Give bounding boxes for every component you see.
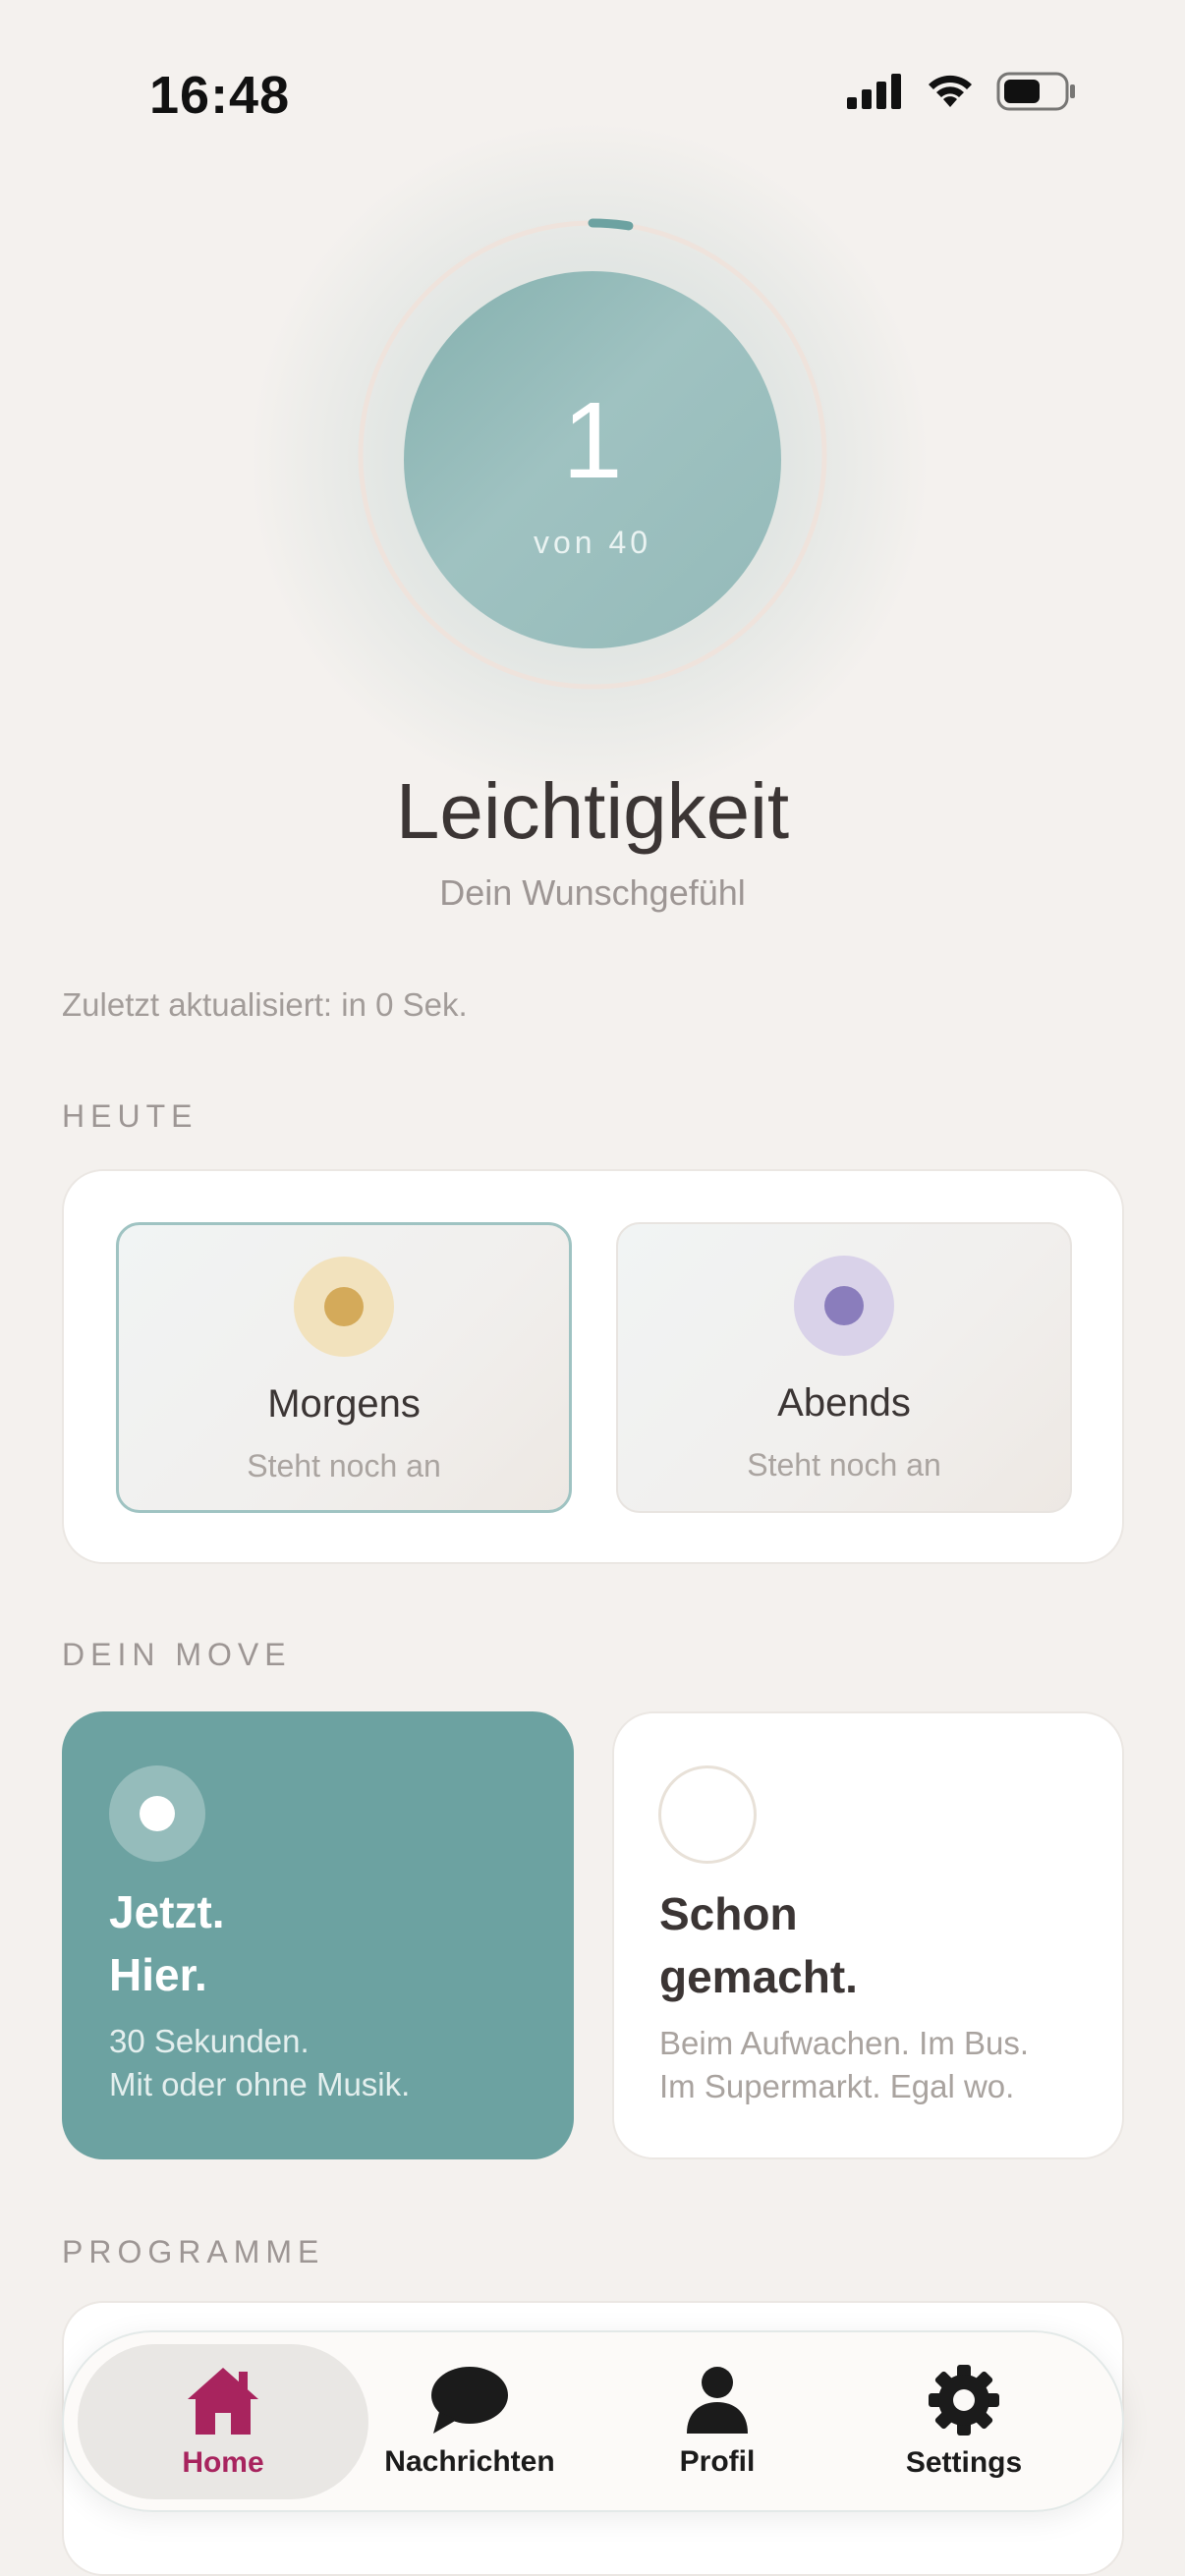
move-now-title-line1: Jetzt.	[109, 1886, 225, 1937]
slot-evening-title: Abends	[777, 1381, 911, 1425]
tab-settings-label: Settings	[905, 2446, 1023, 2479]
tab-messages[interactable]: Nachrichten	[347, 2344, 592, 2499]
progress-circle[interactable]: 1 von 40	[404, 271, 781, 648]
battery-icon	[996, 72, 1075, 111]
slot-morning-status: Steht noch an	[247, 1448, 441, 1484]
home-icon	[188, 2368, 258, 2435]
section-label-programs: PROGRAMME	[62, 2234, 325, 2269]
record-icon	[109, 1765, 205, 1862]
slot-evening[interactable]: Abends Steht noch an	[616, 1222, 1072, 1513]
slot-morning-title: Morgens	[267, 1382, 421, 1426]
feeling-subtitle: Dein Wunschgefühl	[439, 872, 746, 913]
status-icons	[845, 71, 1077, 112]
tab-settings[interactable]: Settings	[841, 2344, 1087, 2499]
progress-total: von 40	[533, 524, 652, 560]
move-done-desc-line1: Beim Aufwachen. Im Bus.	[659, 2025, 1030, 2061]
tab-home[interactable]: Home	[78, 2344, 368, 2499]
tab-profile-label: Profil	[679, 2445, 756, 2478]
signal-icon	[847, 74, 901, 109]
slot-morning[interactable]: Morgens Steht noch an	[116, 1222, 572, 1513]
progress-count: 1	[562, 379, 623, 501]
tab-home-label: Home	[182, 2446, 264, 2479]
section-label-move: DEIN MOVE	[62, 1637, 292, 1672]
tab-bar: Home Nachrichten Profil Settings	[62, 2330, 1124, 2512]
move-now-desc-line2: Mit oder ohne Musik.	[109, 2066, 411, 2102]
move-done-title-line2: gemacht.	[659, 1951, 858, 2002]
feeling-title: Leichtigkeit	[395, 767, 790, 855]
empty-circle-icon	[658, 1765, 757, 1864]
slot-evening-status: Steht noch an	[747, 1447, 941, 1483]
move-done-desc-line2: Im Supermarkt. Egal wo.	[659, 2068, 1015, 2104]
move-now-title: Jetzt. Hier.	[109, 1880, 541, 2006]
status-time: 16:48	[149, 66, 291, 125]
wifi-icon	[929, 75, 972, 107]
move-now-card[interactable]: Jetzt. Hier. 30 Sekunden. Mit oder ohne …	[62, 1711, 574, 2159]
move-now-desc-line1: 30 Sekunden.	[109, 2023, 310, 2059]
move-done-desc: Beim Aufwachen. Im Bus. Im Supermarkt. E…	[659, 2022, 1111, 2108]
gear-icon	[929, 2365, 999, 2436]
section-label-today: HEUTE	[62, 1098, 198, 1134]
person-icon	[687, 2367, 748, 2434]
move-done-title-line1: Schon	[659, 1888, 798, 1939]
tab-messages-label: Nachrichten	[384, 2445, 555, 2478]
last-updated: Zuletzt aktualisiert: in 0 Sek.	[62, 986, 468, 1023]
move-done-card[interactable]: Schon gemacht. Beim Aufwachen. Im Bus. I…	[612, 1711, 1124, 2159]
tab-profile[interactable]: Profil	[594, 2344, 840, 2499]
sun-icon	[294, 1257, 394, 1357]
move-now-desc: 30 Sekunden. Mit oder ohne Musik.	[109, 2020, 561, 2106]
chat-bubble-icon	[431, 2367, 508, 2434]
moon-icon	[794, 1256, 894, 1356]
today-card: Morgens Steht noch an Abends Steht noch …	[62, 1169, 1124, 1564]
move-done-title: Schon gemacht.	[659, 1882, 1092, 2008]
progress-arc	[588, 218, 634, 231]
move-now-title-line2: Hier.	[109, 1949, 207, 2000]
